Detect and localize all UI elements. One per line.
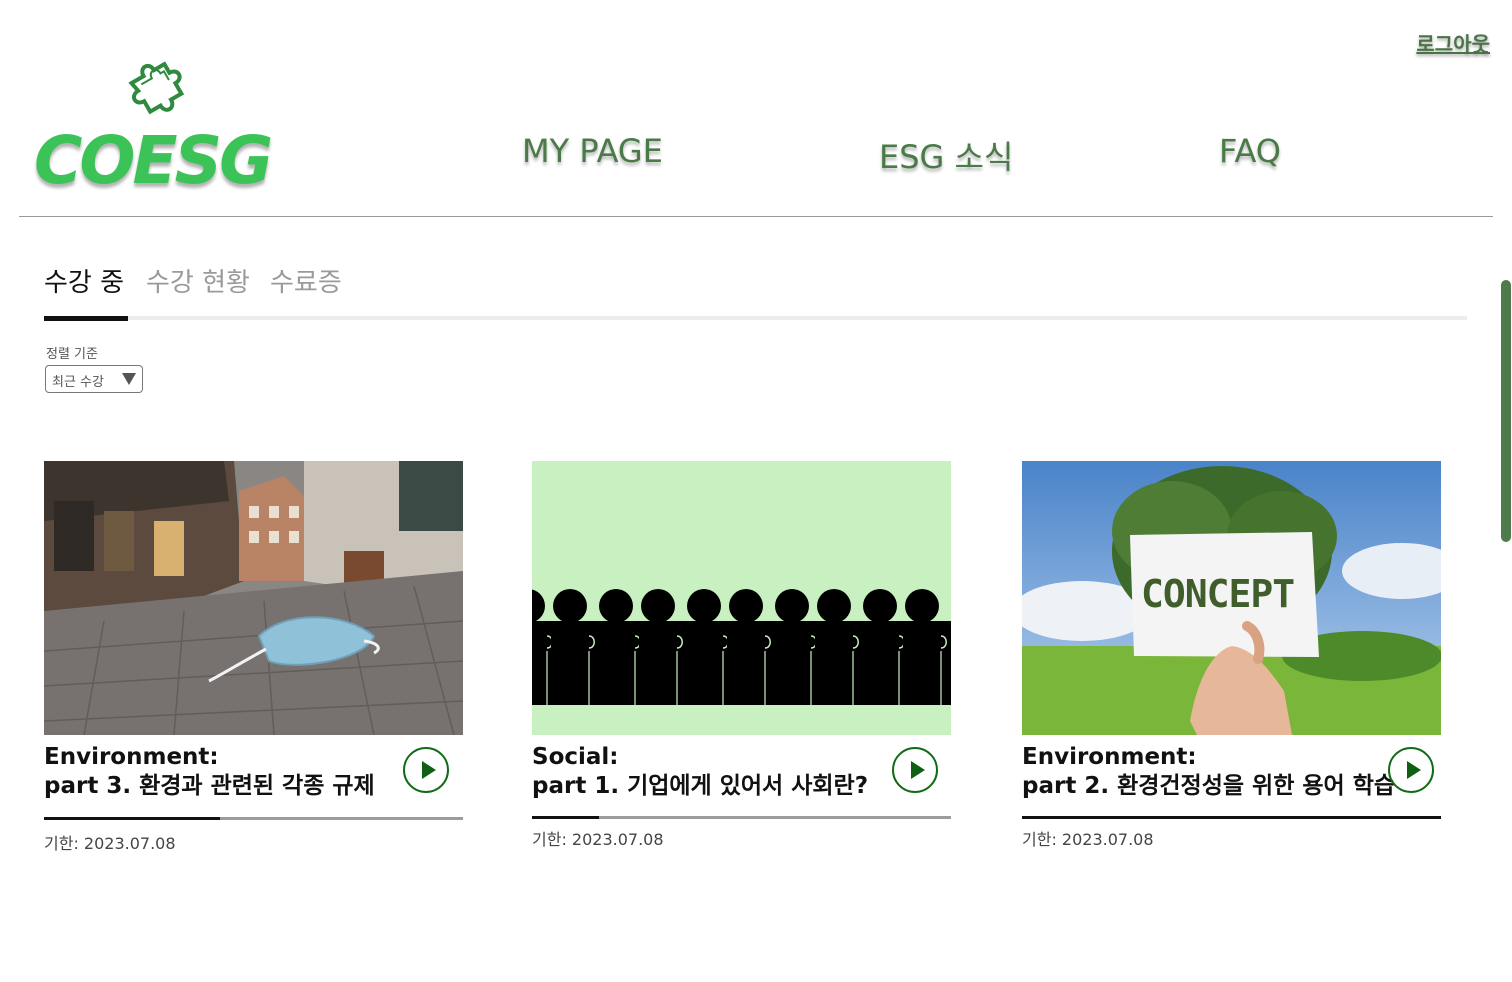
course-title[interactable]: Social: part 1. 기업에게 있어서 사회란?: [532, 743, 868, 801]
silhouette-body: [532, 621, 547, 705]
course-thumbnail-mask-street[interactable]: [44, 461, 463, 735]
silhouette-body: [861, 621, 899, 705]
progress-fill: [532, 816, 599, 819]
header-divider: [19, 216, 1493, 217]
silhouette-head: [599, 589, 633, 623]
concept-card-text: CONCEPT: [1141, 572, 1295, 616]
sort-selected-value: 최근 수강: [52, 375, 104, 390]
silhouette-body: [903, 621, 941, 705]
play-button[interactable]: [1388, 747, 1434, 793]
nav-esg-news[interactable]: ESG 소식: [879, 132, 1013, 178]
progress-fill: [1022, 816, 1441, 819]
silhouette-body: [727, 621, 765, 705]
silhouette-body: [773, 621, 811, 705]
silhouette-head: [729, 589, 763, 623]
course-card[interactable]: CONCEPT Environment: part 2. 환경건정성을 위한 용…: [1022, 461, 1442, 849]
silhouette-head: [553, 589, 587, 623]
silhouette-body: [597, 621, 635, 705]
progress-bar: [1022, 816, 1441, 819]
course-title[interactable]: Environment: part 3. 환경과 관련된 각종 규제: [44, 743, 375, 801]
course-card[interactable]: Social: part 1. 기업에게 있어서 사회란? 기한: 2023.0…: [532, 461, 952, 849]
silhouette-body: [639, 621, 677, 705]
silhouette-head: [641, 589, 675, 623]
course-deadline: 기한: 2023.07.08: [532, 830, 664, 849]
mask-street-image: [44, 461, 463, 735]
course-name: part 2. 환경건정성을 위한 용어 학습: [1022, 773, 1396, 799]
silhouette-head: [687, 589, 721, 623]
logo-text: COESG: [34, 122, 273, 199]
silhouette-body: [685, 621, 723, 705]
play-button[interactable]: [892, 747, 938, 793]
puzzle-logo-icon: [128, 61, 185, 115]
silhouette-head: [817, 589, 851, 623]
silhouette-body: [949, 622, 951, 704]
progress-fill: [44, 817, 220, 820]
progress-bar: [44, 817, 463, 820]
play-button[interactable]: [403, 747, 449, 793]
progress-bar: [532, 816, 951, 819]
play-icon: [422, 761, 436, 779]
silhouette-head: [775, 589, 809, 623]
course-card[interactable]: Environment: part 3. 환경과 관련된 각종 규제 기한: 2…: [44, 461, 464, 853]
course-title[interactable]: Environment: part 2. 환경건정성을 위한 용어 학습: [1022, 743, 1395, 801]
tab-in-progress[interactable]: 수강 중: [44, 262, 124, 299]
tab-status[interactable]: 수강 현황: [146, 262, 250, 299]
course-category: Environment:: [44, 744, 219, 770]
tab-track: [44, 316, 1467, 320]
puzzle-people-image: [532, 461, 951, 735]
course-category: Social:: [532, 744, 619, 770]
course-thumbnail-concept-tree[interactable]: CONCEPT: [1022, 461, 1441, 735]
logo[interactable]: COESG: [34, 44, 294, 199]
course-category: Environment:: [1022, 744, 1197, 770]
silhouette-body: [815, 621, 853, 705]
nav-my-page[interactable]: MY PAGE: [522, 132, 663, 170]
silhouette-body: [551, 621, 589, 705]
sort-label: 정렬 기준: [46, 347, 98, 362]
nav-faq[interactable]: FAQ: [1219, 132, 1281, 170]
course-name: part 3. 환경과 관련된 각종 규제: [44, 773, 375, 799]
silhouette-head: [863, 589, 897, 623]
course-deadline: 기한: 2023.07.08: [1022, 830, 1154, 849]
caret-down-icon: [122, 373, 136, 385]
silhouette-head: [905, 589, 939, 623]
course-thumbnail-puzzle-people[interactable]: [532, 461, 951, 735]
tab-active-indicator: [44, 316, 128, 321]
play-icon: [911, 761, 925, 779]
sort-select[interactable]: 최근 수강: [45, 365, 143, 393]
logout-link[interactable]: 로그아웃: [1416, 28, 1490, 57]
play-icon: [1407, 761, 1421, 779]
course-deadline: 기한: 2023.07.08: [44, 834, 176, 853]
course-name: part 1. 기업에게 있어서 사회란?: [532, 773, 869, 799]
page-scrollbar[interactable]: [1501, 280, 1511, 542]
tab-certificate[interactable]: 수료증: [270, 262, 342, 299]
